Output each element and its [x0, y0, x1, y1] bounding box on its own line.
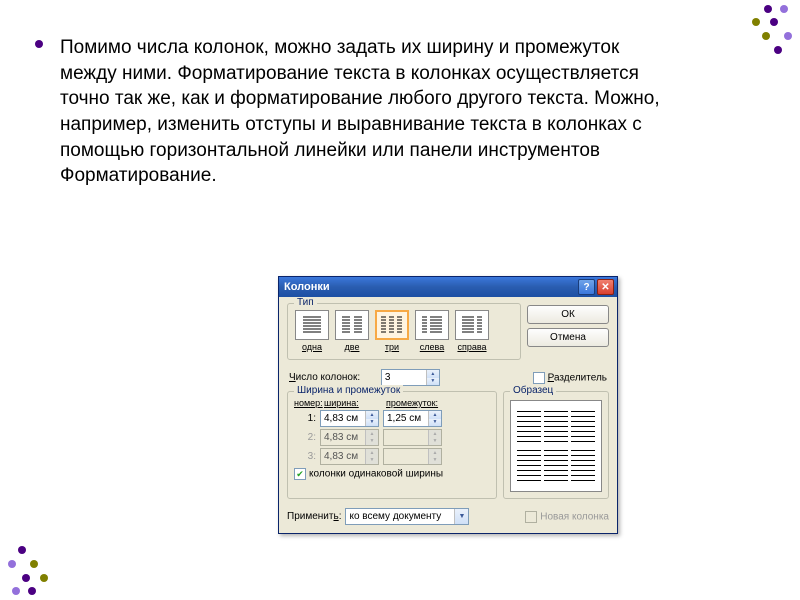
- columns-dialog: Колонки ? ✕ Тип одна две тр: [278, 276, 618, 534]
- count-label: Число колонок:: [289, 372, 360, 383]
- apply-label: Применить:: [287, 511, 341, 522]
- width-3-spinner: ▲▼: [320, 448, 379, 465]
- main-paragraph: Помимо числа колонок, можно задать их ши…: [60, 35, 680, 189]
- titlebar[interactable]: Колонки ? ✕: [279, 277, 617, 297]
- type-left[interactable]: слева: [414, 310, 450, 352]
- wp-group-label: Ширина и промежуток: [294, 385, 403, 396]
- apply-combo[interactable]: ▼: [345, 508, 469, 525]
- wp-row: 2: ▲▼ ▲▼: [294, 429, 490, 446]
- type-one[interactable]: одна: [294, 310, 330, 352]
- type-group: Тип одна две три: [287, 303, 521, 360]
- type-right[interactable]: справа: [454, 310, 490, 352]
- sample-preview: [510, 400, 602, 492]
- gap-1-spinner[interactable]: ▲▼: [383, 410, 442, 427]
- help-button[interactable]: ?: [578, 279, 595, 295]
- close-button[interactable]: ✕: [597, 279, 614, 295]
- dialog-title: Колонки: [284, 281, 576, 293]
- col-width-header: ширина:: [324, 398, 386, 408]
- col-num-header: номер:: [294, 398, 324, 408]
- type-three[interactable]: три: [374, 310, 410, 352]
- ok-button[interactable]: ОК: [527, 305, 609, 324]
- new-column-checkbox: Новая колонка: [525, 511, 609, 523]
- dropdown-arrow-icon[interactable]: ▼: [454, 509, 468, 524]
- cancel-button[interactable]: Отмена: [527, 328, 609, 347]
- width-gap-group: Ширина и промежуток номер: ширина: проме…: [287, 391, 497, 499]
- bullet-icon: [35, 40, 43, 48]
- equal-width-checkbox[interactable]: ✔колонки одинаковой ширины: [294, 468, 490, 480]
- down-arrow-icon[interactable]: ▼: [427, 378, 439, 386]
- count-input[interactable]: [382, 370, 426, 385]
- col-gap-header: промежуток:: [386, 398, 448, 408]
- type-group-label: Тип: [294, 297, 317, 308]
- decoration-top-right: [730, 0, 800, 60]
- sample-group: Образец: [503, 391, 609, 499]
- type-two[interactable]: две: [334, 310, 370, 352]
- count-spinner[interactable]: ▲▼: [381, 369, 440, 386]
- gap-3-spinner: ▲▼: [383, 448, 442, 465]
- sample-label: Образец: [510, 385, 556, 396]
- width-1-spinner[interactable]: ▲▼: [320, 410, 379, 427]
- separator-checkbox[interactable]: Разделитель: [533, 372, 607, 384]
- apply-input[interactable]: [346, 509, 454, 524]
- up-arrow-icon[interactable]: ▲: [427, 370, 439, 378]
- width-2-spinner: ▲▼: [320, 429, 379, 446]
- wp-row: 1: ▲▼ ▲▼: [294, 410, 490, 427]
- decoration-bottom-left: [0, 540, 70, 600]
- wp-row: 3: ▲▼ ▲▼: [294, 448, 490, 465]
- gap-2-spinner: ▲▼: [383, 429, 442, 446]
